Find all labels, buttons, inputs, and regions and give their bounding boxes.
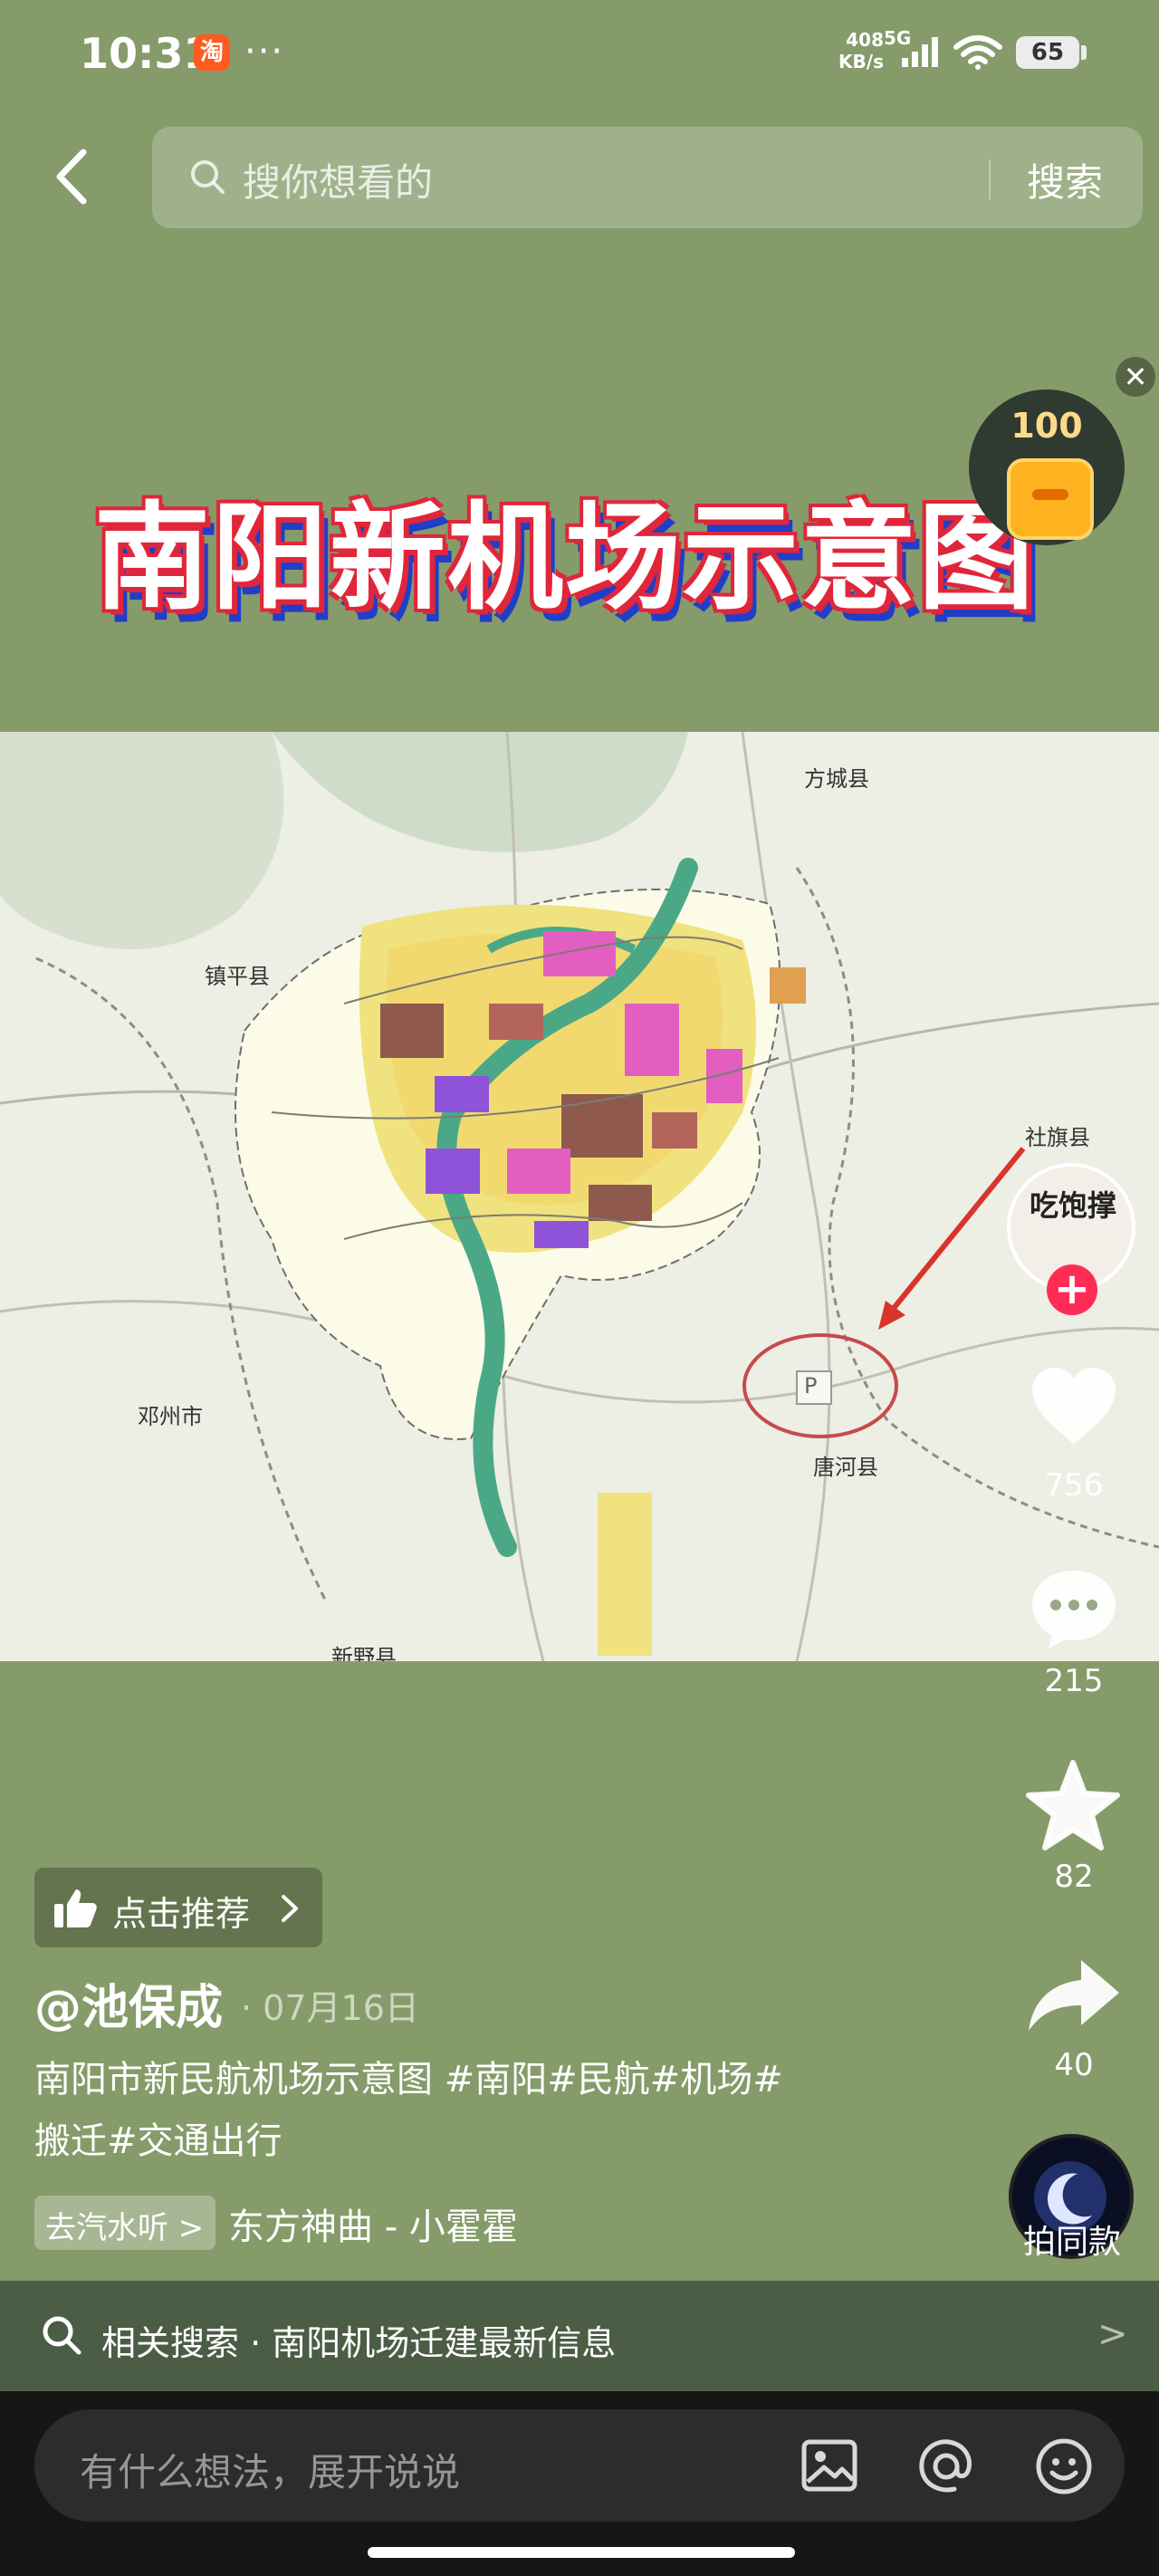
map-label-zhenping: 镇平县: [205, 964, 270, 989]
network-speed-unit: KB/s: [838, 51, 884, 72]
chevron-right-icon: >: [1097, 2313, 1128, 2355]
avatar-text: 吃饱撑: [1029, 1188, 1116, 1223]
image-icon[interactable]: [800, 2437, 858, 2494]
post-caption[interactable]: 南阳市新民航机场示意图 #南阳#民航#机场# 搬迁#交通出行: [34, 2049, 904, 2172]
post-date: · 07月16日: [241, 1988, 419, 2028]
taobao-notification-icon: 淘: [194, 34, 230, 71]
follow-button[interactable]: +: [1047, 1264, 1097, 1315]
map-label-tanghe: 唐河县: [813, 1455, 878, 1480]
recommend-label[interactable]: 点击推荐: [112, 1886, 250, 1936]
map-label-sheqi: 社旗县: [1025, 1125, 1090, 1150]
same-style-label[interactable]: 拍同款: [991, 2216, 1154, 2263]
author-name[interactable]: @池保成: [34, 1969, 223, 2037]
video-title-banner: 南阳新机场示意图: [94, 491, 1037, 626]
more-notifications-icon: ···: [244, 31, 285, 72]
related-search-text[interactable]: 相关搜索 · 南阳机场迁建最新信息: [101, 2315, 616, 2365]
star-icon[interactable]: [1025, 1759, 1121, 1851]
caption-line-2: 搬迁#交通出行: [34, 2120, 283, 2162]
search-placeholder[interactable]: 搜你想看的: [243, 152, 433, 207]
music-app-badge-label[interactable]: 去汽水听 >: [45, 2203, 204, 2247]
favorite-count: 82: [1054, 1859, 1094, 1895]
comment-bubble-icon[interactable]: [1029, 1567, 1119, 1650]
map-graphic: [0, 732, 1159, 1661]
at-icon[interactable]: [916, 2437, 976, 2496]
chevron-right-icon: [282, 1895, 298, 1922]
red-packet-bag-mouth: [1032, 489, 1068, 500]
search-icon: [43, 2316, 81, 2355]
search-button[interactable]: 搜索: [1027, 152, 1103, 207]
heart-icon[interactable]: [1029, 1366, 1119, 1447]
wifi-icon: [953, 35, 1002, 70]
signal-icon: [902, 37, 938, 67]
like-count: 756: [1044, 1467, 1104, 1504]
status-time: 10:31: [80, 29, 213, 78]
thumbs-up-icon: [54, 1889, 97, 1927]
music-name[interactable]: 东方神曲 - 小霍霍: [228, 2197, 518, 2250]
network-speed-value: 408: [846, 29, 884, 51]
network-speed: 408 KB/s: [833, 29, 884, 72]
home-indicator[interactable]: [368, 2547, 795, 2558]
search-icon: [191, 160, 225, 194]
map-label-xinye: 新野县: [331, 1645, 397, 1661]
comment-count: 215: [1044, 1663, 1104, 1699]
red-packet-close-icon[interactable]: ✕: [1116, 357, 1155, 397]
battery-tip: [1081, 45, 1087, 60]
map-label-fangcheng: 方城县: [804, 766, 869, 792]
share-arrow-icon[interactable]: [1025, 1956, 1123, 2034]
caption-line-1: 南阳市新民航机场示意图 #南阳#民航#机场#: [34, 2059, 783, 2100]
map-label-dengzhou: 邓州市: [138, 1404, 203, 1429]
search-divider: [989, 159, 991, 199]
share-count: 40: [1054, 2047, 1094, 2083]
comment-placeholder[interactable]: 有什么想法，展开说说: [80, 2442, 460, 2497]
video-map-frame[interactable]: 方城县 镇平县 社旗县 邓州市 唐河县 P 新野县: [0, 732, 1159, 1661]
back-arrow-icon[interactable]: [47, 145, 101, 208]
map-airport-marker: P: [804, 1373, 818, 1399]
emoji-icon[interactable]: [1034, 2437, 1094, 2496]
red-packet-count: 100: [1011, 406, 1083, 446]
battery-icon: 65: [1016, 36, 1079, 69]
